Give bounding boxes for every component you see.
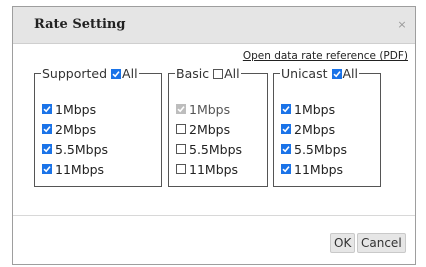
unicast-rate-row[interactable]: 1Mbps — [281, 99, 347, 119]
unicast-rate-row[interactable]: 2Mbps — [281, 119, 347, 139]
basic-2mbps-label: 2Mbps — [189, 121, 231, 137]
basic-1mbps-checkbox — [176, 104, 186, 114]
unicast-rate-row[interactable]: 5.5Mbps — [281, 139, 347, 159]
supported-legend-label: Supported — [42, 66, 108, 81]
unicast-5-5mbps-checkbox[interactable] — [281, 144, 291, 154]
supported-rate-row[interactable]: 2Mbps — [42, 119, 108, 139]
supported-11mbps-checkbox[interactable] — [42, 164, 52, 174]
unicast-1mbps-checkbox[interactable] — [281, 104, 291, 114]
basic-11mbps-checkbox[interactable] — [176, 164, 186, 174]
basic-rates-group: Basic All 1Mbps 2Mbps 5.5Mbps 11Mbps — [168, 66, 268, 187]
supported-2mbps-checkbox[interactable] — [42, 124, 52, 134]
supported-all-label[interactable]: All — [122, 66, 138, 81]
data-rate-reference-link[interactable]: Open data rate reference (PDF) — [243, 50, 408, 62]
supported-5-5mbps-label: 5.5Mbps — [55, 141, 109, 157]
footer-divider — [13, 215, 415, 216]
supported-1mbps-checkbox[interactable] — [42, 104, 52, 114]
basic-2mbps-checkbox[interactable] — [176, 124, 186, 134]
unicast-legend: Unicast All — [280, 66, 359, 81]
unicast-2mbps-label: 2Mbps — [294, 121, 336, 137]
basic-1mbps-label: 1Mbps — [189, 101, 231, 117]
basic-rate-row[interactable]: 2Mbps — [176, 119, 242, 139]
unicast-1mbps-label: 1Mbps — [294, 101, 336, 117]
unicast-11mbps-label: 11Mbps — [294, 161, 344, 177]
dialog-title: Rate Setting — [34, 17, 126, 32]
unicast-legend-label: Unicast — [281, 66, 328, 81]
basic-rate-row[interactable]: 11Mbps — [176, 159, 242, 179]
basic-5-5mbps-checkbox[interactable] — [176, 144, 186, 154]
dialog-titlebar[interactable]: Rate Setting × — [13, 7, 415, 44]
ok-button[interactable]: OK — [330, 233, 356, 253]
supported-1mbps-label: 1Mbps — [55, 101, 97, 117]
unicast-2mbps-checkbox[interactable] — [281, 124, 291, 134]
basic-rate-row[interactable]: 5.5Mbps — [176, 139, 242, 159]
supported-11mbps-label: 11Mbps — [55, 161, 105, 177]
basic-all-checkbox[interactable] — [213, 68, 224, 79]
supported-5-5mbps-checkbox[interactable] — [42, 144, 52, 154]
supported-rates-group: Supported All 1Mbps 2Mbps 5.5Mbps 11Mbps — [34, 66, 162, 187]
unicast-all-label[interactable]: All — [343, 66, 359, 81]
unicast-11mbps-checkbox[interactable] — [281, 164, 291, 174]
supported-rate-row[interactable]: 1Mbps — [42, 99, 108, 119]
basic-11mbps-label: 11Mbps — [189, 161, 239, 177]
unicast-5-5mbps-label: 5.5Mbps — [294, 141, 348, 157]
cancel-button[interactable]: Cancel — [357, 233, 406, 253]
supported-legend: Supported All — [41, 66, 139, 81]
basic-rate-row: 1Mbps — [176, 99, 242, 119]
unicast-rate-row[interactable]: 11Mbps — [281, 159, 347, 179]
basic-legend-label: Basic — [176, 66, 210, 81]
supported-rate-row[interactable]: 11Mbps — [42, 159, 108, 179]
close-icon[interactable]: × — [397, 19, 407, 30]
unicast-all-checkbox[interactable] — [331, 68, 342, 79]
rate-setting-dialog: Rate Setting × Open data rate reference … — [12, 6, 416, 265]
supported-all-checkbox[interactable] — [111, 68, 122, 79]
supported-2mbps-label: 2Mbps — [55, 121, 97, 137]
supported-rate-row[interactable]: 5.5Mbps — [42, 139, 108, 159]
basic-legend: Basic All — [175, 66, 241, 81]
basic-all-label[interactable]: All — [224, 66, 240, 81]
unicast-rates-group: Unicast All 1Mbps 2Mbps 5.5Mbps 11Mbps — [273, 66, 381, 187]
basic-5-5mbps-label: 5.5Mbps — [189, 141, 243, 157]
